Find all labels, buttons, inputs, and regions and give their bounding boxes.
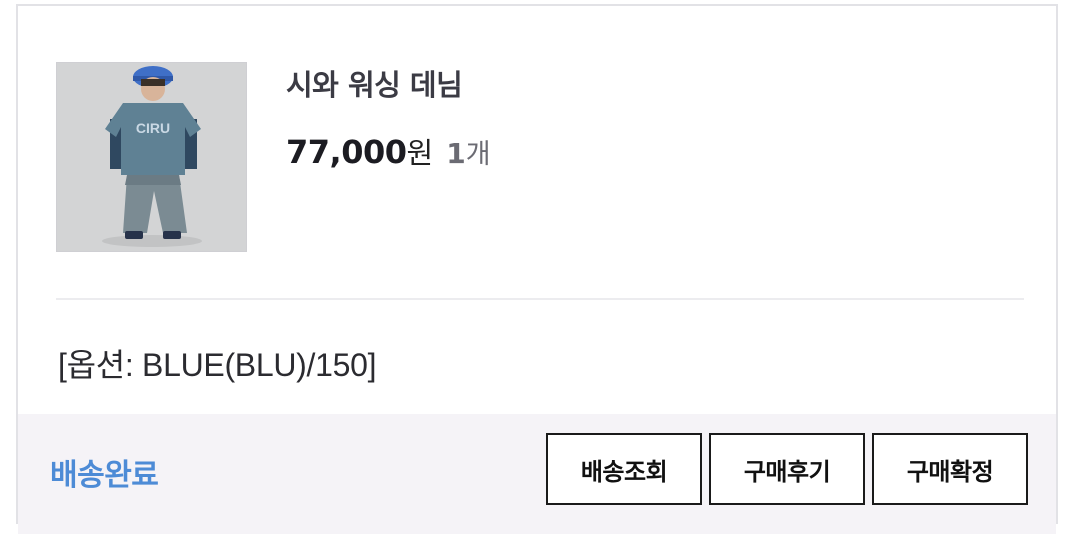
product-price: 77,000 (286, 133, 407, 171)
product-option: [옵션: BLUE(BLU)/150] (58, 347, 377, 383)
svg-text:CIRU: CIRU (136, 120, 170, 136)
product-name[interactable]: 시와 워싱 데님 (286, 62, 463, 104)
price-unit: 원 (406, 136, 434, 170)
write-review-button[interactable]: 구매후기 (709, 433, 865, 505)
divider (56, 298, 1024, 300)
confirm-purchase-button[interactable]: 구매확정 (872, 433, 1028, 505)
price-row: 77,000원 1개 (286, 130, 491, 172)
product-thumbnail[interactable]: CIRU (56, 62, 247, 252)
delivery-status-label: 배송완료 (50, 458, 159, 493)
order-footer: 배송완료 배송조회 구매후기 구매확정 (18, 414, 1056, 534)
order-item-card: CIRU 시와 워싱 데님 77,000원 1개 [옵션: BLUE(BLU)/… (16, 4, 1058, 534)
track-delivery-button[interactable]: 배송조회 (546, 433, 702, 505)
product-quantity: 1 (446, 137, 466, 170)
quantity-unit: 개 (465, 139, 491, 170)
